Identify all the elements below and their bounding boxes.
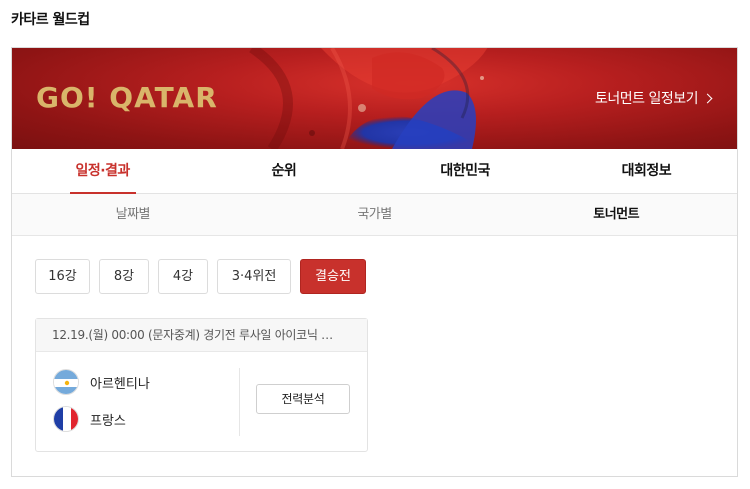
analysis-button[interactable]: 전력분석 [256,384,350,414]
banner: GO! QATAR 토너먼트 일정보기 [12,48,737,149]
chevron-right-icon [702,93,713,104]
match-info: 12.19.(월) 00:00 (문자중계) 경기전 루사일 아이코닉 … [36,319,367,352]
tab-tournament-info[interactable]: 대회정보 [556,149,737,193]
round-buttons: 16강 8강 4강 3·4위전 결승전 [35,259,366,294]
match-card: 12.19.(월) 00:00 (문자중계) 경기전 루사일 아이코닉 … 아르… [35,318,368,452]
france-flag-icon [53,406,79,432]
team-name: 아르헨티나 [90,376,150,392]
tab-korea[interactable]: 대한민국 [375,149,556,193]
subtab-by-date[interactable]: 날짜별 [12,194,254,235]
tab-standings[interactable]: 순위 [193,149,374,193]
worldcup-card: GO! QATAR 토너먼트 일정보기 일정·결과 순위 대한민국 대회정보 날… [11,47,738,477]
sub-tabs: 날짜별 국가별 토너먼트 [12,194,737,236]
tab-schedule-results[interactable]: 일정·결과 [12,149,193,193]
subtab-tournament[interactable]: 토너먼트 [495,194,737,235]
team-name: 프랑스 [90,413,126,429]
divider [239,368,240,436]
team-row[interactable]: 아르헨티나 [53,369,150,395]
banner-logo: GO! QATAR [36,81,218,114]
round-8-button[interactable]: 8강 [99,259,149,294]
subtab-by-country[interactable]: 국가별 [254,194,496,235]
main-tabs: 일정·결과 순위 대한민국 대회정보 [12,149,737,194]
round-4-button[interactable]: 4강 [158,259,208,294]
round-16-button[interactable]: 16강 [35,259,90,294]
tournament-schedule-link-label: 토너먼트 일정보기 [595,91,699,107]
tournament-schedule-link[interactable]: 토너먼트 일정보기 [595,88,713,108]
team-row[interactable]: 프랑스 [53,406,126,432]
match-body: 아르헨티나 프랑스 전력분석 [36,352,367,452]
page-title: 카타르 월드컵 [11,12,90,28]
argentina-flag-icon [53,369,79,395]
final-button[interactable]: 결승전 [300,259,366,294]
third-place-button[interactable]: 3·4위전 [217,259,291,294]
